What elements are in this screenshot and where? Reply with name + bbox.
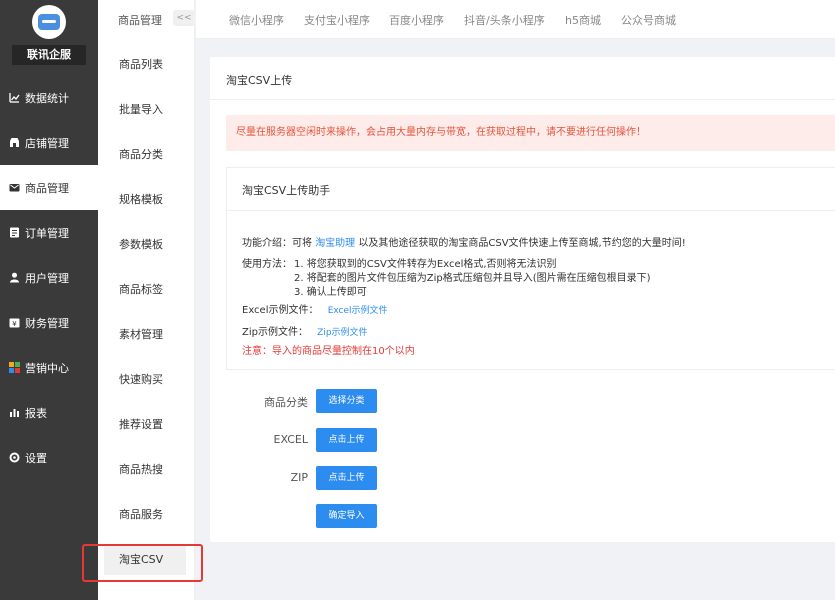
sidebar-item-label: 店铺管理 bbox=[25, 136, 69, 150]
import-notice: 注意：导入的商品尽量控制在10个以内 bbox=[242, 346, 415, 357]
sidebar-item-settings[interactable]: 设置 bbox=[0, 435, 98, 480]
sidebar-item-finance[interactable]: ¥ 财务管理 bbox=[0, 300, 98, 345]
main-sidebar: 联讯企服 数据统计 店铺管理 商品管理 订单管理 用户管理 ¥ 财务管理 营销中… bbox=[0, 0, 98, 600]
intro-line: 功能介绍：可将 淘宝助理 以及其他途径获取的淘宝商品CSV文件快速上传至商城,节… bbox=[242, 234, 686, 249]
sidebar-item-label: 数据统计 bbox=[25, 91, 69, 105]
subnav-item-spec-template[interactable]: 规格模板 bbox=[104, 185, 186, 215]
sidebar-item-store[interactable]: 店铺管理 bbox=[0, 120, 98, 165]
excel-sample-row: Excel示例文件： Excel示例文件 bbox=[242, 301, 388, 316]
tab-official-account-mall[interactable]: 公众号商城 bbox=[621, 12, 676, 28]
subnav-item-param-template[interactable]: 参数模板 bbox=[104, 230, 186, 260]
gear-icon bbox=[9, 452, 20, 463]
step-2: 2. 将配套的图片文件包压缩为Zip格式压缩包并且导入(图片需在压缩包根目录下) bbox=[294, 273, 651, 284]
divider bbox=[210, 99, 835, 100]
platform-tabs: 微信小程序 支付宝小程序 百度小程序 抖音/头条小程序 h5商城 公众号商城 bbox=[196, 0, 835, 39]
svg-text:¥: ¥ bbox=[12, 320, 17, 328]
zip-sample-row: Zip示例文件： Zip示例文件 bbox=[242, 323, 368, 338]
confirm-import-button[interactable]: 确定导入 bbox=[316, 504, 377, 528]
intro-prefix: 功能介绍：可将 bbox=[242, 238, 316, 249]
excel-label: EXCEL bbox=[273, 433, 308, 446]
category-label: 商品分类 bbox=[264, 396, 308, 409]
sidebar-item-users[interactable]: 用户管理 bbox=[0, 255, 98, 300]
mail-icon bbox=[9, 182, 20, 193]
upload-zip-button[interactable]: 点击上传 bbox=[316, 466, 377, 490]
zip-sample-label: Zip示例文件： bbox=[242, 327, 308, 338]
sidebar-item-marketing[interactable]: 营销中心 bbox=[0, 345, 98, 390]
select-category-button[interactable]: 选择分类 bbox=[316, 389, 377, 413]
upload-helper-panel: 淘宝CSV上传助手 功能介绍：可将 淘宝助理 以及其他途径获取的淘宝商品CSV文… bbox=[226, 167, 835, 370]
step-1: 1. 将您获取到的CSV文件转存为Excel格式,否则将无法识别 bbox=[294, 259, 557, 270]
store-icon bbox=[9, 137, 20, 148]
brand-name: 联讯企服 bbox=[12, 45, 86, 65]
sidebar-item-data-stats[interactable]: 数据统计 bbox=[0, 75, 98, 120]
warning-banner: 尽量在服务器空闲时来操作，会占用大量内存与带宽，在获取过程中，请不要进行任何操作… bbox=[226, 115, 835, 151]
subnav-item-goods-list[interactable]: 商品列表 bbox=[104, 50, 186, 80]
excel-sample-link[interactable]: Excel示例文件 bbox=[328, 306, 388, 316]
page-title: 淘宝CSV上传 bbox=[226, 74, 293, 87]
tab-wechat-miniprogram[interactable]: 微信小程序 bbox=[229, 12, 284, 28]
sidebar-item-label: 用户管理 bbox=[25, 271, 69, 285]
tab-douyin-miniprogram[interactable]: 抖音/头条小程序 bbox=[464, 12, 545, 28]
subnav-heading: 商品管理 bbox=[118, 14, 162, 27]
sidebar-item-goods[interactable]: 商品管理 bbox=[0, 165, 98, 210]
sidebar-item-label: 财务管理 bbox=[25, 316, 69, 330]
divider bbox=[227, 210, 835, 211]
logo-icon bbox=[38, 14, 60, 30]
main-card: 淘宝CSV上传 尽量在服务器空闲时来操作，会占用大量内存与带宽，在获取过程中，请… bbox=[210, 57, 835, 542]
subnav-item-category[interactable]: 商品分类 bbox=[104, 140, 186, 170]
sidebar-item-label: 营销中心 bbox=[25, 361, 69, 375]
subnav-item-service[interactable]: 商品服务 bbox=[104, 500, 186, 530]
upload-excel-button[interactable]: 点击上传 bbox=[316, 428, 377, 452]
order-icon bbox=[9, 227, 20, 238]
subnav-item-taobao-csv[interactable]: 淘宝CSV bbox=[104, 545, 186, 575]
user-icon bbox=[9, 272, 20, 283]
marketing-icon bbox=[9, 362, 20, 373]
subnav-item-quick-buy[interactable]: 快速购买 bbox=[104, 365, 186, 395]
subnav-item-hot-search[interactable]: 商品热搜 bbox=[104, 455, 186, 485]
method-label: 使用方法： bbox=[242, 259, 292, 270]
sidebar-item-label: 设置 bbox=[25, 451, 47, 465]
sidebar-item-label: 报表 bbox=[25, 406, 47, 420]
report-icon bbox=[9, 407, 20, 418]
subnav-item-tags[interactable]: 商品标签 bbox=[104, 275, 186, 305]
subnav-item-recommend[interactable]: 推荐设置 bbox=[104, 410, 186, 440]
finance-icon: ¥ bbox=[9, 317, 20, 328]
step-3: 3. 确认上传即可 bbox=[294, 287, 367, 298]
sidebar-item-reports[interactable]: 报表 bbox=[0, 390, 98, 435]
sidebar-item-orders[interactable]: 订单管理 bbox=[0, 210, 98, 255]
helper-title: 淘宝CSV上传助手 bbox=[242, 184, 331, 197]
collapse-button[interactable]: << bbox=[173, 10, 195, 26]
logo bbox=[32, 5, 66, 39]
tab-alipay-miniprogram[interactable]: 支付宝小程序 bbox=[304, 12, 370, 28]
subnav-item-materials[interactable]: 素材管理 bbox=[104, 320, 186, 350]
sidebar-item-label: 商品管理 bbox=[25, 181, 69, 195]
intro-suffix: 以及其他途径获取的淘宝商品CSV文件快速上传至商城,节约您的大量时间! bbox=[355, 238, 686, 249]
zip-sample-link[interactable]: Zip示例文件 bbox=[317, 328, 367, 338]
subnav-item-batch-import[interactable]: 批量导入 bbox=[104, 95, 186, 125]
tab-h5-mall[interactable]: h5商城 bbox=[565, 12, 601, 28]
taobao-assistant-link[interactable]: 淘宝助理 bbox=[315, 238, 355, 249]
sidebar-item-label: 订单管理 bbox=[25, 226, 69, 240]
excel-sample-label: Excel示例文件： bbox=[242, 305, 319, 316]
chart-line-icon bbox=[9, 92, 20, 103]
tab-baidu-miniprogram[interactable]: 百度小程序 bbox=[389, 12, 444, 28]
zip-label: ZIP bbox=[290, 471, 308, 484]
